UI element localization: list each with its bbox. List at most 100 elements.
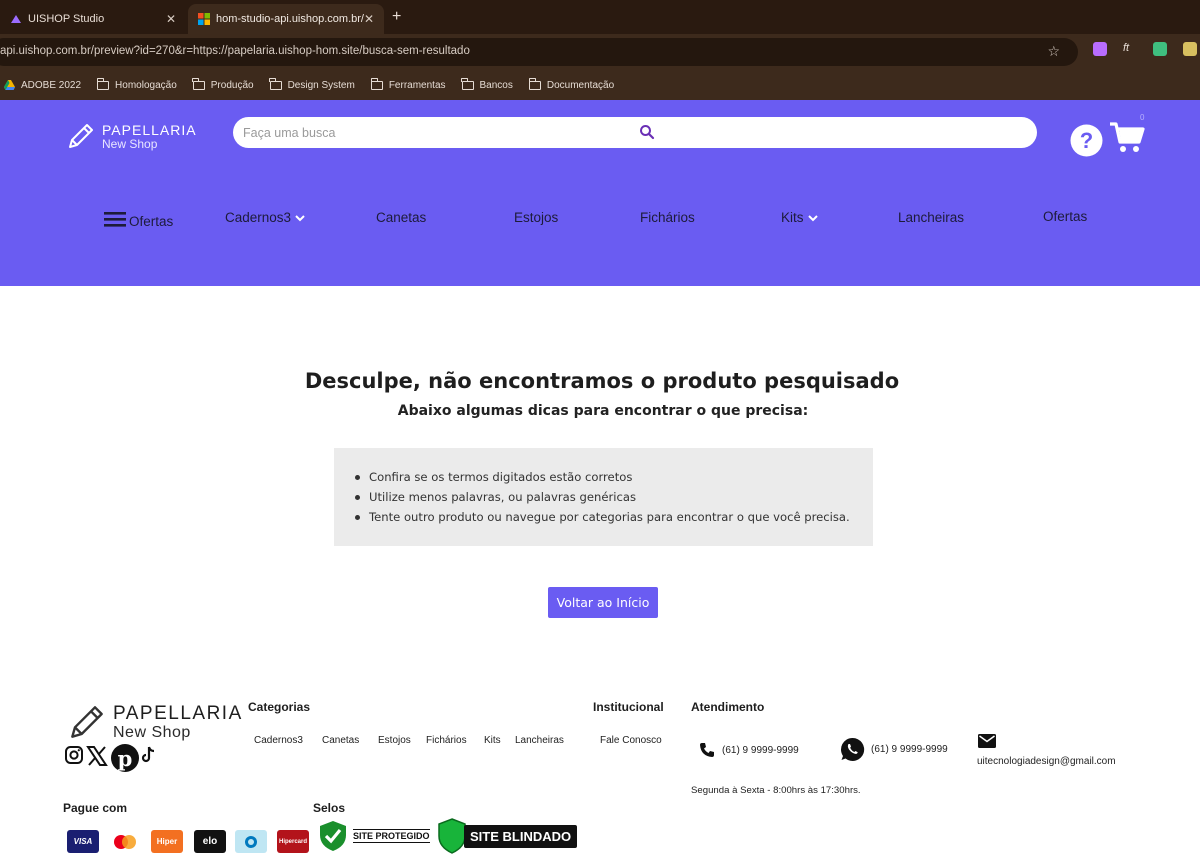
back-home-button[interactable]: Voltar ao Início [548, 587, 658, 618]
site-blindado-seal[interactable]: SITE BLINDADO [438, 818, 578, 854]
email-link[interactable]: uitecnologiadesign@gmail.com [977, 756, 1116, 767]
seals-heading: Selos [313, 801, 346, 815]
logo-main-text: PAPELLARIA [102, 121, 197, 138]
bookmark-star-icon[interactable]: ☆ [1047, 43, 1060, 60]
pinterest-icon[interactable]: p [110, 743, 140, 773]
visa-icon: VISA [67, 830, 99, 853]
whatsapp-contact[interactable]: (61) 9 9999-9999 [840, 737, 948, 762]
svg-text:p: p [118, 746, 133, 771]
close-tab-icon[interactable]: ✕ [364, 12, 374, 26]
shield-icon [438, 818, 466, 854]
page-title: Desculpe, não encontramos o produto pesq… [304, 369, 900, 393]
extension-icon[interactable] [1093, 42, 1107, 56]
nav-item-lancheiras[interactable]: Lancheiras [898, 210, 964, 225]
browser-tab[interactable]: UISHOP Studio ✕ [0, 4, 186, 34]
nav-label: Kits [781, 210, 804, 225]
footer-link[interactable]: Lancheiras [515, 735, 564, 746]
payment-heading: Pague com [63, 801, 128, 815]
bookmark-folder[interactable]: Design System [269, 77, 355, 91]
folder-icon [528, 77, 541, 90]
whatsapp-icon [840, 737, 865, 761]
cart-icon[interactable] [1109, 121, 1145, 155]
mastercard-icon [109, 830, 141, 853]
nav-item-kits[interactable]: Kits [781, 210, 819, 225]
institutional-heading: Institucional [593, 700, 664, 714]
categories-heading: Categorias [248, 700, 311, 714]
folder-icon [96, 77, 110, 90]
url-text[interactable]: api.uishop.com.br/preview?id=270&r=https… [0, 45, 470, 57]
bookmark-folder[interactable]: Produção [192, 77, 254, 91]
site-protected-seal[interactable]: SITE PROTEGIDO [318, 820, 430, 852]
diners-club-icon [235, 830, 267, 853]
folder-icon [461, 77, 474, 90]
tab-title: hom-studio-api.uishop.com.br/ [216, 13, 364, 25]
fonts-extension-icon[interactable]: ft [1123, 42, 1137, 56]
search-input[interactable] [243, 123, 623, 143]
logo-sub-text: New Shop [102, 136, 158, 151]
footer-logo-main: PAPELLARIA [113, 702, 243, 724]
nav-item-ofertas[interactable]: Ofertas [1043, 209, 1087, 224]
search-icon[interactable] [639, 124, 655, 140]
footer-link[interactable]: Fale Conosco [600, 735, 662, 746]
hipercard-icon: Hipercard [277, 830, 309, 853]
footer-logo-sub: New Shop [113, 723, 191, 741]
footer-logo[interactable]: PAPELLARIA New Shop [67, 702, 243, 742]
nav-item-cadernos[interactable]: Cadernos3 [225, 210, 306, 225]
search-bar [233, 117, 1037, 148]
bookmark-folder[interactable]: Documentação [528, 77, 614, 91]
microsoft-favicon-icon [198, 13, 210, 25]
svg-text:?: ? [1080, 128, 1093, 153]
bookmarks-bar: ADOBE 2022 Homologação Produção Design S… [0, 70, 1200, 100]
instagram-icon[interactable] [64, 745, 84, 765]
folder-icon [192, 77, 205, 90]
elo-icon: elo [194, 830, 226, 853]
site-logo[interactable]: PAPELLARIA New Shop [66, 121, 197, 151]
nav-item-estojos[interactable]: Estojos [514, 210, 558, 225]
nav-all-categories[interactable]: Ofertas [104, 210, 173, 229]
phone-contact[interactable]: (61) 9 9999-9999 [699, 742, 799, 758]
footer-link[interactable]: Fichários [426, 735, 467, 746]
bookmark-folder[interactable]: Homologação [96, 77, 177, 91]
new-tab-button[interactable]: + [392, 8, 401, 26]
page-subtitle: Abaixo algumas dicas para encontrar o qu… [397, 403, 809, 419]
browser-tab-active[interactable]: hom-studio-api.uishop.com.br/ ✕ [188, 4, 384, 34]
nav-item-fichorios[interactable]: Fichários [640, 210, 695, 225]
browser-tab-bar: UISHOP Studio ✕ hom-studio-api.uishop.co… [0, 0, 1200, 34]
bookmark-folder[interactable]: Ferramentas [370, 77, 446, 91]
x-twitter-icon[interactable] [86, 746, 108, 766]
nav-label: Cadernos3 [225, 210, 292, 225]
tab-title: UISHOP Studio [28, 13, 105, 25]
extension-icon[interactable] [1153, 42, 1167, 56]
pencil-icon [69, 124, 93, 148]
nav-label: Ofertas [129, 214, 174, 229]
shield-check-icon [320, 821, 346, 851]
help-icon[interactable]: ? [1070, 124, 1103, 157]
google-drive-icon [4, 80, 15, 90]
footer-link[interactable]: Cadernos3 [254, 735, 303, 746]
footer-link[interactable]: Estojos [378, 735, 411, 746]
folder-icon [269, 77, 282, 90]
footer-link[interactable]: Kits [484, 735, 501, 746]
nav-item-canetas[interactable]: Canetas [376, 210, 426, 225]
footer-link[interactable]: Canetas [322, 735, 359, 746]
bookmark-folder[interactable]: Bancos [461, 77, 513, 91]
tip-item: Utilize menos palavras, ou palavras gené… [355, 487, 873, 507]
pencil-icon [71, 706, 103, 738]
address-bar: api.uishop.com.br/preview?id=270&r=https… [0, 34, 1200, 70]
tiktok-icon[interactable] [141, 746, 157, 764]
close-tab-icon[interactable]: ✕ [166, 12, 176, 26]
folder-icon [370, 77, 383, 90]
phone-icon [700, 743, 714, 757]
menu-icon [104, 212, 126, 227]
search-tips: Confira se os termos digitados estão cor… [334, 448, 873, 546]
hiper-icon: Hiper [151, 830, 183, 853]
opening-hours: Segunda à Sexta - 8:00hrs às 17:30hrs. [691, 785, 861, 796]
uishop-favicon-icon [11, 15, 21, 23]
chevron-down-icon [807, 214, 818, 221]
omnibox[interactable]: api.uishop.com.br/preview?id=270&r=https… [0, 38, 1078, 66]
bookmark-item[interactable]: ADOBE 2022 [4, 80, 81, 91]
cart-count: 0 [1140, 113, 1145, 122]
service-heading: Atendimento [691, 700, 765, 714]
extension-icon[interactable] [1183, 42, 1197, 56]
email-icon [978, 734, 996, 748]
